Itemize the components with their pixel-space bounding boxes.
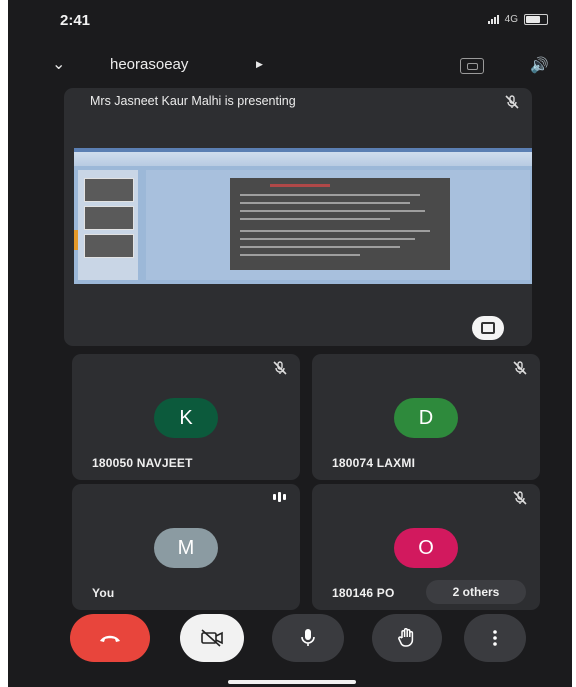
- meet-screen: 2:41 4G ⌄ heorasoeay ▶ 🔊 Mrs Jasneet Kau…: [8, 0, 572, 687]
- shared-screen: [74, 148, 532, 284]
- hang-up-icon: [100, 635, 120, 642]
- avatar: M: [154, 528, 218, 568]
- slide-thumbnail: [84, 234, 134, 258]
- app-ribbon: [74, 148, 532, 166]
- mic-off-icon: [273, 361, 287, 375]
- camera-off-icon: [201, 629, 223, 647]
- status-indicators: 4G: [487, 14, 548, 25]
- avatar: K: [154, 398, 218, 438]
- slide-thumbnail: [84, 178, 134, 202]
- participant-tile-self[interactable]: M You: [72, 484, 300, 610]
- current-slide: [230, 178, 450, 270]
- meeting-code[interactable]: heorasoeay: [110, 56, 188, 73]
- home-indicator[interactable]: [228, 680, 356, 684]
- status-bar: 2:41 4G: [8, 0, 572, 44]
- speaker-icon[interactable]: 🔊: [530, 56, 549, 74]
- fullscreen-button[interactable]: [472, 316, 504, 340]
- mic-toggle-button[interactable]: [272, 614, 344, 662]
- participant-name: 180074 LAXMI: [332, 456, 416, 470]
- raise-hand-button[interactable]: [372, 614, 442, 662]
- end-call-button[interactable]: [70, 614, 150, 662]
- call-controls: [8, 614, 572, 670]
- presenter-label: Mrs Jasneet Kaur Malhi is presenting: [90, 94, 296, 108]
- participant-name: 180146 PO: [332, 586, 395, 600]
- participant-tile[interactable]: O 180146 PO 2 others: [312, 484, 540, 610]
- camera-toggle-button[interactable]: [180, 614, 244, 662]
- meeting-header: ⌄ heorasoeay ▶ 🔊: [8, 48, 572, 84]
- battery-icon: [524, 14, 548, 25]
- others-chip[interactable]: 2 others: [426, 580, 526, 604]
- mic-off-icon: [505, 95, 519, 109]
- avatar: D: [394, 398, 458, 438]
- slide-editor: [146, 170, 530, 280]
- participant-tile[interactable]: D 180074 LAXMI: [312, 354, 540, 480]
- avatar: O: [394, 528, 458, 568]
- network-type: 4G: [504, 14, 518, 25]
- more-vert-icon: [493, 630, 497, 646]
- slide-thumbnails: [78, 170, 138, 280]
- selected-slide-marker: [74, 230, 78, 250]
- participant-name: 180050 NAVJEET: [92, 456, 193, 470]
- more-options-button[interactable]: [464, 614, 526, 662]
- participant-name: You: [92, 586, 115, 600]
- chevron-down-icon[interactable]: ⌄: [52, 54, 65, 74]
- fullscreen-icon: [481, 322, 495, 334]
- caret-right-icon[interactable]: ▶: [256, 59, 263, 70]
- presentation-tile[interactable]: Mrs Jasneet Kaur Malhi is presenting: [64, 88, 532, 346]
- mic-off-icon: [513, 361, 527, 375]
- slide-thumbnail: [84, 206, 134, 230]
- signal-icon: [487, 15, 499, 24]
- mic-off-icon: [513, 491, 527, 505]
- switch-camera-icon[interactable]: [460, 58, 484, 74]
- mic-icon: [301, 629, 315, 646]
- status-time: 2:41: [60, 12, 91, 29]
- hand-icon: [398, 628, 414, 647]
- speaking-indicator-icon: [273, 492, 286, 502]
- participant-tile[interactable]: K 180050 NAVJEET: [72, 354, 300, 480]
